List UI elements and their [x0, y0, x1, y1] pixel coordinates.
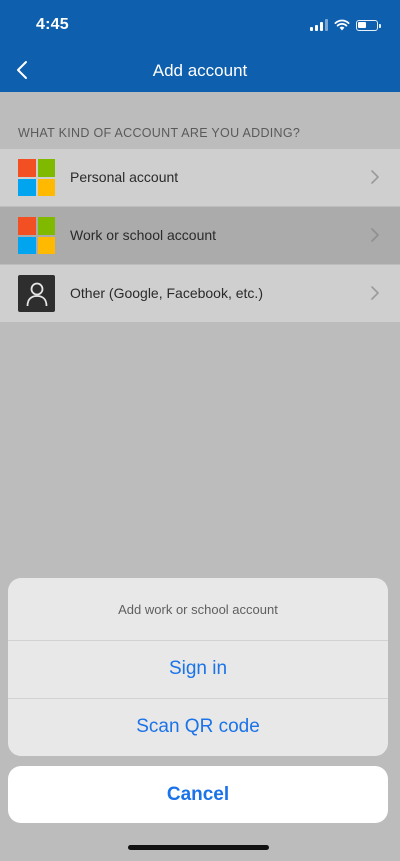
chevron-right-icon — [371, 170, 379, 184]
home-indicator[interactable] — [128, 845, 269, 850]
account-option-label: Work or school account — [70, 227, 217, 243]
page-title: Add account — [152, 61, 248, 80]
status-icons — [310, 18, 381, 32]
chevron-right-icon — [371, 286, 379, 300]
chevron-right-icon — [371, 228, 379, 242]
scan-qr-code-button[interactable]: Scan QR code — [8, 698, 388, 756]
microsoft-logo-icon — [18, 217, 55, 254]
account-option-personal[interactable]: Personal account — [0, 149, 400, 206]
account-option-label: Other (Google, Facebook, etc.) — [70, 285, 263, 301]
status-time: 4:45 — [36, 16, 69, 33]
cancel-button[interactable]: Cancel — [8, 766, 388, 823]
account-option-work-school[interactable]: Work or school account — [0, 206, 400, 264]
wifi-icon — [334, 19, 350, 31]
microsoft-logo-icon — [18, 159, 55, 196]
action-sheet: Add work or school account Sign in Scan … — [8, 578, 388, 756]
account-option-other[interactable]: Other (Google, Facebook, etc.) — [0, 264, 400, 322]
battery-icon — [356, 19, 381, 31]
person-icon — [18, 275, 55, 312]
sign-in-button[interactable]: Sign in — [8, 640, 388, 699]
nav-bar: Add account — [0, 50, 400, 92]
action-sheet-title: Add work or school account — [8, 578, 388, 641]
app-header: 4:45 Add account — [0, 0, 400, 92]
section-header: WHAT KIND OF ACCOUNT ARE YOU ADDING? — [18, 126, 301, 140]
status-bar: 4:45 — [0, 0, 400, 50]
account-option-label: Personal account — [70, 169, 179, 185]
cellular-signal-icon — [310, 19, 328, 31]
